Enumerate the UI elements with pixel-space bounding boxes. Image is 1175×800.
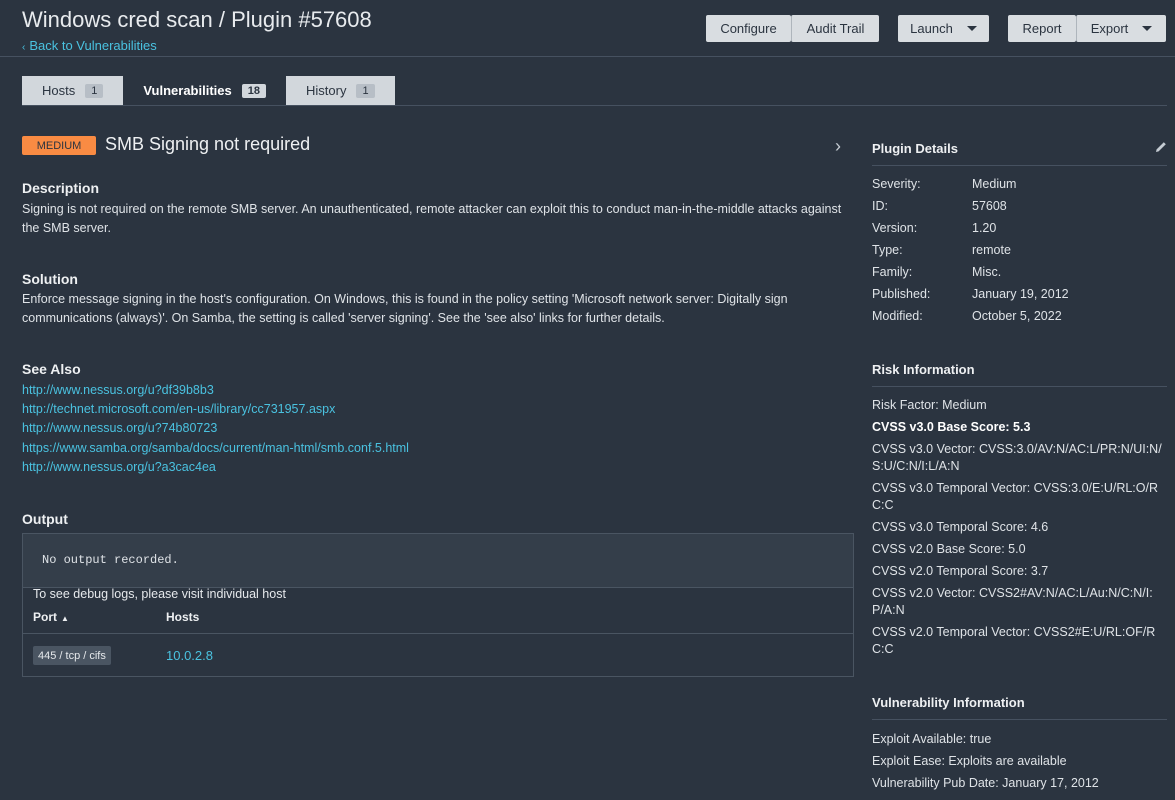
chevron-right-icon[interactable]: › [835, 136, 841, 157]
description-heading: Description [22, 180, 100, 196]
port-chip: 445 / tcp / cifs [33, 646, 111, 665]
plugin-detail-key: Family: [872, 265, 913, 279]
see-also-link[interactable]: http://www.nessus.org/u?df39b8b3 [22, 381, 409, 400]
risk-information-heading: Risk Information [872, 362, 975, 377]
cvss2-temporal-vector: CVSS v2.0 Temporal Vector: CVSS2#E:U/RL:… [872, 625, 1156, 656]
port-column-header[interactable]: Port ▲ [33, 610, 69, 624]
report-button[interactable]: Report [1008, 15, 1076, 42]
plugin-detail-key: Modified: [872, 309, 923, 323]
cvss3-vector: CVSS v3.0 Vector: CVSS:3.0/AV:N/AC:L/PR:… [872, 442, 1162, 473]
see-also-heading: See Also [22, 361, 81, 377]
caret-down-icon [966, 26, 977, 31]
plugin-detail-key: Version: [872, 221, 918, 235]
page-header: Windows cred scan / Plugin #57608 ‹ Back … [0, 0, 1175, 57]
plugin-detail-key: Severity: [872, 177, 921, 191]
port-header-label: Port [33, 610, 57, 624]
plugin-detail-value: 1.20 [972, 221, 997, 235]
risk-information-divider [872, 386, 1167, 387]
host-link[interactable]: 10.0.2.8 [166, 648, 213, 663]
see-also-links: http://www.nessus.org/u?df39b8b3 http://… [22, 381, 409, 477]
vulnerability-information-heading: Vulnerability Information [872, 695, 1025, 710]
tab-divider [22, 105, 1167, 106]
tab-vulnerabilities[interactable]: Vulnerabilities 18 [123, 76, 286, 105]
cvss3-temporal-score: CVSS v3.0 Temporal Score: 4.6 [872, 520, 1049, 534]
page-title: Windows cred scan / Plugin #57608 [22, 7, 372, 32]
tab-vulnerabilities-count: 18 [241, 83, 266, 98]
cvss2-vector: CVSS v2.0 Vector: CVSS2#AV:N/AC:L/Au:N/C… [872, 586, 1153, 617]
see-also-link[interactable]: http://www.nessus.org/u?74b80723 [22, 419, 409, 438]
vulnerability-pub-date: Vulnerability Pub Date: January 17, 2012 [872, 776, 1099, 790]
solution-heading: Solution [22, 271, 78, 287]
cvss3-temporal-vector: CVSS v3.0 Temporal Vector: CVSS:3.0/E:U/… [872, 481, 1158, 512]
cvss2-temporal-score: CVSS v2.0 Temporal Score: 3.7 [872, 564, 1049, 578]
chevron-left-icon: ‹ [22, 42, 26, 53]
tab-history-count: 1 [356, 83, 375, 98]
exploit-ease: Exploit Ease: Exploits are available [872, 754, 1067, 768]
plugin-details-heading: Plugin Details [872, 141, 958, 156]
cvss2-base-score: CVSS v2.0 Base Score: 5.0 [872, 542, 1026, 556]
launch-button[interactable]: Launch [898, 15, 989, 42]
table-divider [23, 633, 853, 634]
sort-ascending-icon: ▲ [61, 614, 69, 623]
plugin-detail-value: Misc. [972, 265, 1002, 279]
cvss3-base-score: CVSS v3.0 Base Score: 5.3 [872, 420, 1031, 434]
export-button[interactable]: Export [1076, 15, 1166, 42]
hosts-column-header[interactable]: Hosts [166, 610, 199, 624]
launch-label: Launch [910, 21, 953, 36]
plugin-detail-key: Type: [872, 243, 903, 257]
see-also-link[interactable]: http://www.nessus.org/u?a3cac4ea [22, 458, 409, 477]
plugin-detail-key: ID: [872, 199, 888, 213]
vulnerability-title: SMB Signing not required [105, 134, 311, 154]
tab-bar: Hosts 1 Vulnerabilities 18 History 1 [22, 76, 395, 105]
see-also-link[interactable]: http://technet.microsoft.com/en-us/libra… [22, 400, 409, 419]
tab-vulnerabilities-label: Vulnerabilities [143, 83, 232, 98]
plugin-detail-value: remote [972, 243, 1011, 257]
tab-history[interactable]: History 1 [286, 76, 395, 105]
plugin-detail-key: Published: [872, 287, 931, 301]
back-to-vulnerabilities-link[interactable]: ‹ Back to Vulnerabilities [22, 38, 157, 53]
caret-down-icon [1142, 26, 1153, 31]
audit-trail-button[interactable]: Audit Trail [791, 15, 879, 42]
tab-hosts-count: 1 [85, 83, 104, 98]
risk-factor: Risk Factor: Medium [872, 398, 987, 412]
output-heading: Output [22, 511, 68, 527]
see-also-link[interactable]: https://www.samba.org/samba/docs/current… [22, 439, 409, 458]
plugin-detail-value: 57608 [972, 199, 1007, 213]
plugin-detail-value: January 19, 2012 [972, 287, 1069, 301]
pencil-icon[interactable] [1154, 140, 1168, 154]
plugin-detail-value: Medium [972, 177, 1017, 191]
output-panel: No output recorded. To see debug logs, p… [22, 533, 854, 677]
export-label: Export [1090, 21, 1129, 36]
configure-button[interactable]: Configure [706, 15, 791, 42]
description-text: Signing is not required on the remote SM… [22, 202, 842, 235]
back-link-label: Back to Vulnerabilities [29, 38, 157, 53]
severity-badge: MEDIUM [22, 136, 96, 155]
tab-history-label: History [306, 83, 347, 98]
vulnerability-information-divider [872, 719, 1167, 720]
output-text: No output recorded. [23, 534, 853, 588]
exploit-available: Exploit Available: true [872, 732, 992, 746]
tab-hosts[interactable]: Hosts 1 [22, 76, 124, 105]
tab-hosts-label: Hosts [42, 83, 76, 98]
plugin-detail-value: October 5, 2022 [972, 309, 1062, 323]
plugin-details-divider [872, 165, 1167, 166]
debug-note: To see debug logs, please visit individu… [33, 587, 286, 601]
solution-text: Enforce message signing in the host's co… [22, 292, 788, 325]
